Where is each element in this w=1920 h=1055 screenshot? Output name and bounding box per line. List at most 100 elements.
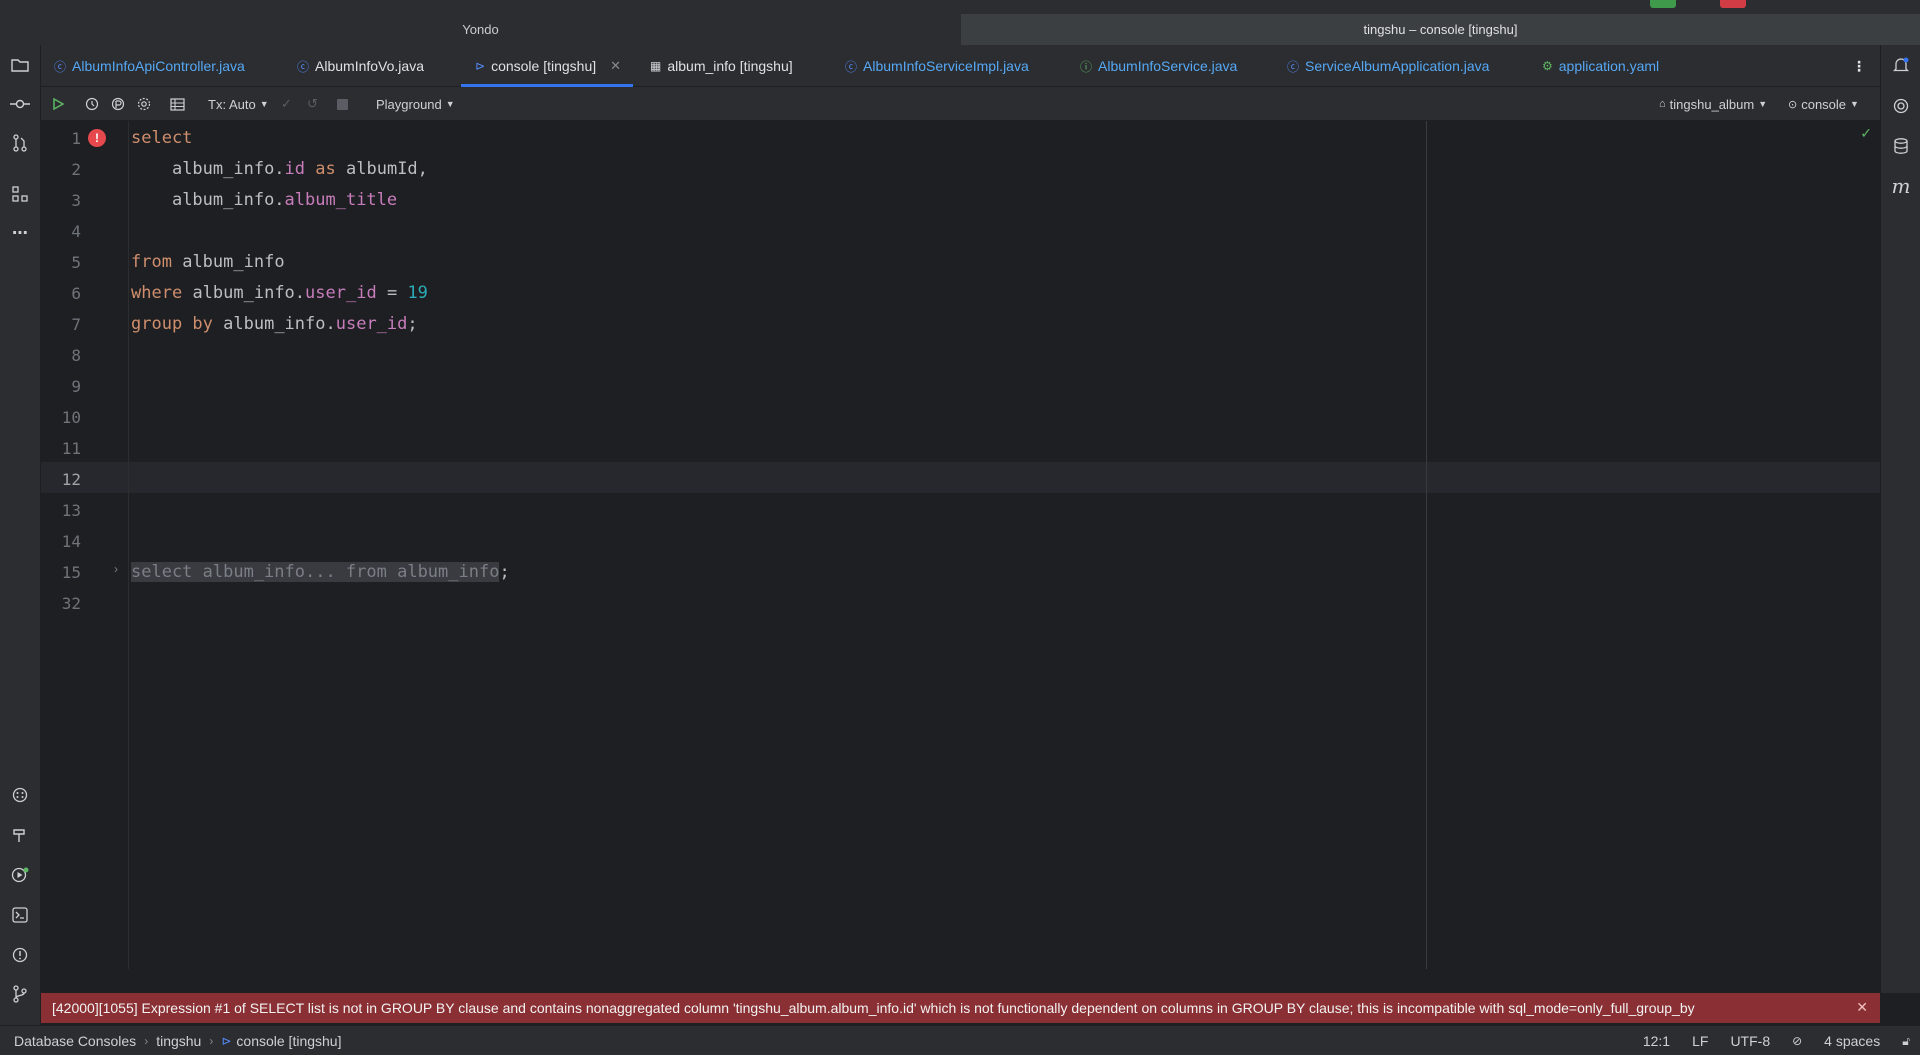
identifier-token: album_info.: [192, 283, 306, 303]
keyword-token: group by: [131, 314, 213, 334]
rollback-icon[interactable]: ↺: [307, 94, 318, 114]
indent-setting[interactable]: 4 spaces: [1824, 1033, 1880, 1049]
build-hammer-icon[interactable]: [8, 823, 32, 847]
transaction-mode-dropdown[interactable]: Tx: Auto ▼: [208, 94, 269, 114]
window-title-right: tingshu – console [tingshu]: [961, 14, 1920, 45]
schema-selector[interactable]: ⌂ tingshu_album ▼: [1659, 94, 1767, 114]
close-icon[interactable]: ✕: [1856, 999, 1868, 1016]
inspection-ok-icon[interactable]: ✓: [1860, 125, 1872, 142]
structure-icon[interactable]: [8, 182, 32, 206]
stop-icon[interactable]: [337, 94, 348, 114]
results-table-icon[interactable]: [170, 94, 185, 114]
class-icon: ⓒ: [54, 59, 67, 74]
pull-requests-icon[interactable]: [8, 131, 32, 155]
line-number: 6: [71, 284, 81, 303]
tab-albuminfoserviceimpl[interactable]: ⓒ AlbumInfoServiceImpl.java: [845, 45, 1029, 87]
run-services-icon[interactable]: [8, 863, 32, 887]
tab-servicealbumapplication[interactable]: ⓒ ServiceAlbumApplication.java: [1287, 45, 1489, 87]
no-inspections-icon[interactable]: ⊘: [1792, 1034, 1802, 1048]
folded-query-block[interactable]: select album_info... from album_info: [131, 562, 500, 582]
field-token: id: [284, 159, 306, 179]
breadcrumb: Database Consoles › tingshu › ⊳ console …: [14, 1033, 341, 1049]
line-number: 1: [71, 129, 81, 148]
line-ending[interactable]: LF: [1692, 1033, 1708, 1049]
console-icon: ⊳: [475, 59, 486, 73]
explain-plan-icon[interactable]: [111, 94, 125, 114]
line-number: 10: [61, 408, 81, 427]
tab-label: ServiceAlbumApplication.java: [1305, 58, 1490, 74]
close-tab-icon[interactable]: ✕: [610, 58, 621, 74]
interface-icon: ⓘ: [1080, 59, 1093, 74]
chevron-down-icon: ▼: [259, 99, 269, 109]
console-icon: ⊳: [221, 1033, 232, 1048]
tab-albuminfovo[interactable]: ⓒ AlbumInfoVo.java: [297, 45, 424, 87]
editor-tab-bar: ⓒ AlbumInfoApiController.java ⓒ AlbumInf…: [41, 45, 1880, 87]
line-number: 15: [61, 563, 81, 582]
tab-application-yaml[interactable]: ⚙ application.yaml: [1542, 45, 1659, 87]
schema-icon: ⌂: [1659, 98, 1666, 110]
ai-assistant-icon[interactable]: [1889, 94, 1913, 118]
terminal-icon[interactable]: [8, 903, 32, 927]
tab-options-icon[interactable]: ⋮: [1852, 45, 1866, 87]
commit-check-icon[interactable]: ✓: [281, 94, 292, 114]
field-token: album_title: [284, 190, 398, 210]
right-tool-strip: m: [1880, 45, 1920, 993]
run-status-icon: [1650, 0, 1676, 8]
breadcrumb-item[interactable]: Database Consoles: [14, 1033, 136, 1049]
breadcrumb-item[interactable]: tingshu: [156, 1033, 201, 1049]
operator-token: =: [386, 283, 398, 303]
line-number: 5: [71, 253, 81, 272]
execute-icon[interactable]: [51, 94, 65, 114]
settings-gear-icon[interactable]: [137, 94, 151, 114]
editor-gutter: 1 2 3 4 5 6 7 8 9 10 11 12 13 14 15 32 !…: [41, 121, 129, 969]
file-encoding[interactable]: UTF-8: [1730, 1033, 1770, 1049]
history-icon[interactable]: [85, 94, 99, 114]
project-folder-icon[interactable]: [8, 53, 32, 77]
line-number: 12: [61, 470, 81, 489]
session-label: console: [1801, 96, 1847, 112]
field-token: user_id: [335, 314, 408, 334]
caret-position[interactable]: 12:1: [1643, 1033, 1670, 1049]
tab-label: album_info [tingshu]: [667, 58, 793, 74]
database-icon[interactable]: [1889, 134, 1913, 158]
line-number: 11: [61, 439, 81, 458]
stop-status-icon: [1720, 0, 1746, 8]
chevron-down-icon: ▼: [445, 99, 455, 109]
tab-console-tingshu[interactable]: ⊳ console [tingshu] ✕: [460, 45, 634, 87]
tab-label: AlbumInfoApiController.java: [72, 58, 245, 74]
tab-albuminfoservice[interactable]: ⓘ AlbumInfoService.java: [1080, 45, 1237, 87]
keyword-token: from: [131, 252, 172, 272]
session-selector[interactable]: ⊙ console ▼: [1788, 94, 1859, 114]
code-line-3: album_info.album_title: [131, 185, 397, 216]
playground-dropdown[interactable]: Playground ▼: [376, 94, 455, 114]
error-icon[interactable]: !: [88, 129, 106, 147]
maven-icon[interactable]: m: [1889, 174, 1913, 198]
sql-editor[interactable]: 1 2 3 4 5 6 7 8 9 10 11 12 13 14 15 32 !…: [41, 121, 1880, 969]
identifier-token: albumId,: [346, 159, 428, 179]
services-icon[interactable]: [8, 783, 32, 807]
code-line-5: from album_info: [131, 247, 285, 278]
fold-expand-icon[interactable]: ›: [114, 562, 118, 576]
status-bar: Database Consoles › tingshu › ⊳ console …: [0, 1025, 1920, 1055]
breadcrumb-item[interactable]: console [tingshu]: [236, 1033, 341, 1049]
tab-album-info-table[interactable]: ▦ album_info [tingshu]: [650, 45, 793, 87]
code-line-2: album_info.id as albumId,: [131, 154, 428, 185]
playground-label: Playground: [376, 96, 442, 112]
line-number: 7: [71, 315, 81, 334]
schema-label: tingshu_album: [1669, 96, 1755, 112]
tab-albuminfoapicontroller[interactable]: ⓒ AlbumInfoApiController.java: [54, 45, 245, 87]
error-notification-bar: [42000][1055] Expression #1 of SELECT li…: [41, 993, 1880, 1023]
identifier-token: album_info.: [171, 190, 285, 210]
line-number: 3: [71, 191, 81, 210]
problems-icon[interactable]: [8, 943, 32, 967]
commit-icon[interactable]: [8, 92, 32, 116]
lock-icon[interactable]: 🔓︎: [1902, 1034, 1910, 1049]
notifications-icon[interactable]: [1889, 53, 1913, 77]
git-branch-icon[interactable]: [8, 982, 32, 1006]
more-tools-icon[interactable]: ⋯: [8, 221, 32, 245]
console-session-icon: ⊙: [1788, 98, 1798, 111]
right-margin-guide: [1426, 121, 1427, 969]
current-line-highlight: [41, 462, 1880, 493]
system-menu-strip: [0, 0, 1920, 14]
semicolon-token: ;: [407, 314, 418, 334]
